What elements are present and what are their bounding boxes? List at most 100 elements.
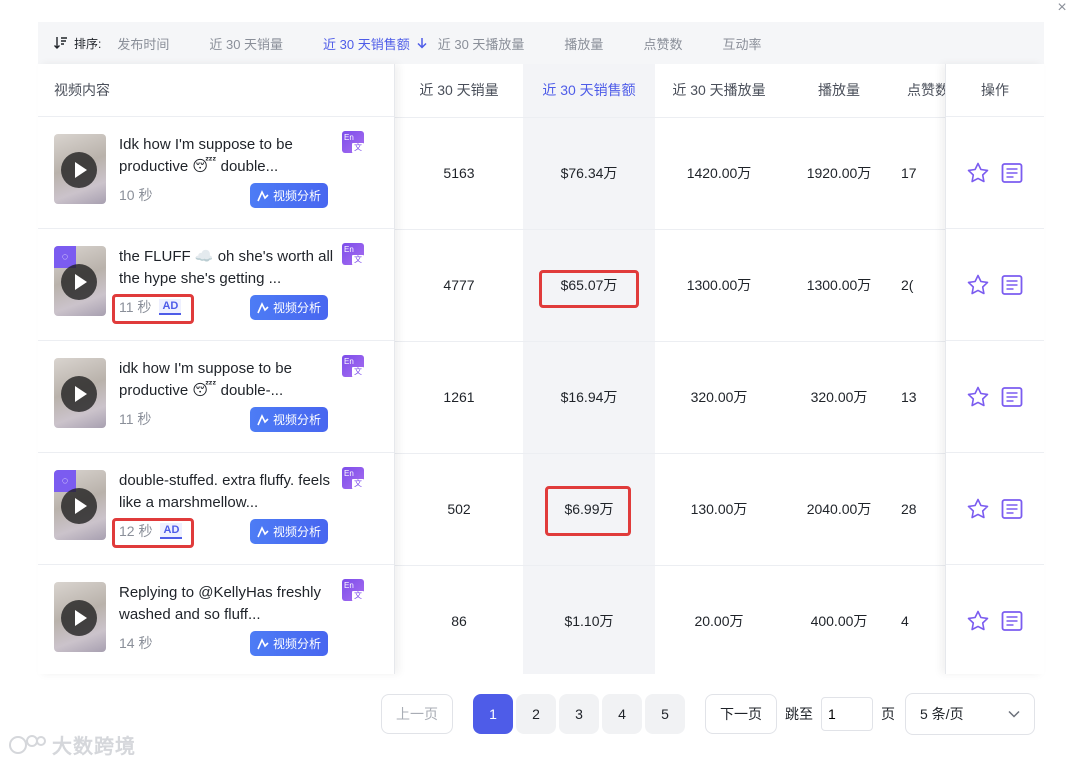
play-icon[interactable] xyxy=(61,376,97,412)
translate-zh: 文 xyxy=(352,591,364,601)
document-icon[interactable] xyxy=(1000,609,1024,633)
cell-likes: 28 xyxy=(895,453,945,566)
sort-option-30d-plays[interactable]: 近 30 天播放量 xyxy=(438,34,525,53)
metrics-scroll-area[interactable]: 近 30 天销量 近 30 天销售额 近 30 天播放量 播放量 点赞数 516… xyxy=(395,64,945,674)
video-thumbnail[interactable] xyxy=(54,358,106,428)
metrics-table: 近 30 天销量 近 30 天销售额 近 30 天播放量 播放量 点赞数 516… xyxy=(395,64,945,674)
video-content-column: 视频内容 Idk how I'm suppose to be productiv… xyxy=(38,64,395,674)
page-button-1[interactable]: 1 xyxy=(473,694,513,734)
sort-label: 排序: xyxy=(54,35,101,52)
translate-icon[interactable]: En 文 xyxy=(342,131,364,153)
column-header-30d-revenue[interactable]: 近 30 天销售额 xyxy=(523,64,655,118)
duration-text: 11 秒 xyxy=(119,411,152,427)
video-title[interactable]: Idk how I'm suppose to be productive 😴 d… xyxy=(119,134,339,178)
column-header-plays[interactable]: 播放量 xyxy=(783,64,895,118)
table-row: 86 $1.10万 20.00万 400.00万 4 xyxy=(395,565,945,674)
cell-30d-revenue: $76.34万 xyxy=(523,117,655,230)
page-button-5[interactable]: 5 xyxy=(645,694,685,734)
watermark: 大数跨境 xyxy=(8,730,136,759)
document-icon[interactable] xyxy=(1000,273,1024,297)
video-thumbnail[interactable]: ◌ xyxy=(54,246,106,316)
play-icon[interactable] xyxy=(61,152,97,188)
cell-30d-revenue: $65.07万 xyxy=(523,229,655,342)
actions-row xyxy=(946,453,1044,565)
document-icon[interactable] xyxy=(1000,385,1024,409)
actions-row xyxy=(946,565,1044,677)
document-icon[interactable] xyxy=(1000,161,1024,185)
translate-en: En xyxy=(344,245,354,254)
cell-30d-sales: 4777 xyxy=(395,229,523,342)
star-icon[interactable] xyxy=(966,497,990,521)
cell-plays: 1920.00万 xyxy=(783,117,895,230)
page-button-3[interactable]: 3 xyxy=(559,694,599,734)
table-row: idk how I'm suppose to be productive 😴 d… xyxy=(38,341,394,453)
jump-to-label: 跳至 xyxy=(785,706,813,722)
sort-option-publish-time[interactable]: 发布时间 xyxy=(117,34,169,53)
cell-likes: 13 xyxy=(895,341,945,454)
translate-icon[interactable]: En 文 xyxy=(342,355,364,377)
video-thumbnail[interactable] xyxy=(54,582,106,652)
video-thumbnail[interactable]: ◌ xyxy=(54,470,106,540)
column-header-30d-sales[interactable]: 近 30 天销量 xyxy=(395,64,523,118)
page-button-4[interactable]: 4 xyxy=(602,694,642,734)
duration-text: 14 秒 xyxy=(119,635,153,651)
chevron-down-icon xyxy=(1008,710,1020,718)
star-icon[interactable] xyxy=(966,385,990,409)
translate-zh: 文 xyxy=(352,143,364,153)
prev-page-button[interactable]: 上一页 xyxy=(381,694,453,734)
translate-icon[interactable]: En 文 xyxy=(342,243,364,265)
cell-30d-plays: 320.00万 xyxy=(655,341,783,454)
document-icon[interactable] xyxy=(1000,497,1024,521)
video-title[interactable]: idk how I'm suppose to be productive 😴 d… xyxy=(119,358,339,402)
page-button-2[interactable]: 2 xyxy=(516,694,556,734)
video-analysis-button[interactable]: 视频分析 xyxy=(250,519,328,544)
translate-icon[interactable]: En 文 xyxy=(342,467,364,489)
sort-option-plays[interactable]: 播放量 xyxy=(564,34,603,53)
play-icon[interactable] xyxy=(61,264,97,300)
column-header-30d-plays[interactable]: 近 30 天播放量 xyxy=(655,64,783,118)
star-icon[interactable] xyxy=(966,273,990,297)
actions-row xyxy=(946,229,1044,341)
video-analysis-label: 视频分析 xyxy=(272,525,321,539)
video-title[interactable]: double-stuffed. extra fluffy. feels like… xyxy=(119,470,339,514)
video-title[interactable]: the FLUFF ☁️ oh she's worth all the hype… xyxy=(119,246,339,290)
cell-plays: 400.00万 xyxy=(810,613,868,630)
table-row: Idk how I'm suppose to be productive 😴 d… xyxy=(38,117,394,229)
cell-30d-sales: 502 xyxy=(395,453,523,566)
translate-en: En xyxy=(344,581,354,590)
video-thumbnail[interactable] xyxy=(54,134,106,204)
video-analysis-button[interactable]: 视频分析 xyxy=(250,183,328,208)
table-row: ◌ double-stuffed. extra fluffy. feels li… xyxy=(38,453,394,565)
play-icon[interactable] xyxy=(61,600,97,636)
sort-option-30d-revenue[interactable]: 近 30 天销售额 xyxy=(323,34,428,53)
table-row: 5163 $76.34万 1420.00万 1920.00万 17 xyxy=(395,117,945,230)
sort-option-30d-sales[interactable]: 近 30 天销量 xyxy=(209,34,283,53)
video-title[interactable]: Replying to @KellyHas freshly washed and… xyxy=(119,582,339,626)
play-icon[interactable] xyxy=(61,488,97,524)
star-icon[interactable] xyxy=(966,161,990,185)
cell-plays: 320.00万 xyxy=(783,341,895,454)
sort-option-30d-revenue-label: 近 30 天销售额 xyxy=(323,36,410,52)
page-unit-label: 页 xyxy=(881,706,895,722)
actions-header: 操作 xyxy=(946,64,1044,117)
close-icon[interactable]: × xyxy=(1054,0,1070,16)
cell-30d-sales: 5163 xyxy=(395,117,523,230)
column-header-likes[interactable]: 点赞数 xyxy=(895,64,945,118)
video-analysis-button[interactable]: 视频分析 xyxy=(250,407,328,432)
video-analysis-label: 视频分析 xyxy=(272,413,321,427)
sort-descending-icon xyxy=(54,37,67,49)
video-table: 视频内容 Idk how I'm suppose to be productiv… xyxy=(38,64,1044,674)
cell-plays: 1300.00万 xyxy=(783,229,895,342)
video-analysis-button[interactable]: 视频分析 xyxy=(250,631,328,656)
video-analysis-button[interactable]: 视频分析 xyxy=(250,295,328,320)
next-page-button[interactable]: 下一页 xyxy=(705,694,777,734)
actions-row xyxy=(946,117,1044,229)
page-size-select[interactable]: 5 条/页 xyxy=(905,693,1035,735)
sort-option-engagement[interactable]: 互动率 xyxy=(722,34,761,53)
translate-en: En xyxy=(344,357,354,366)
jump-page-input[interactable] xyxy=(821,697,873,731)
sort-option-likes[interactable]: 点赞数 xyxy=(643,34,682,53)
cell-plays: 2040.00万 xyxy=(783,453,895,566)
translate-icon[interactable]: En 文 xyxy=(342,579,364,601)
star-icon[interactable] xyxy=(966,609,990,633)
